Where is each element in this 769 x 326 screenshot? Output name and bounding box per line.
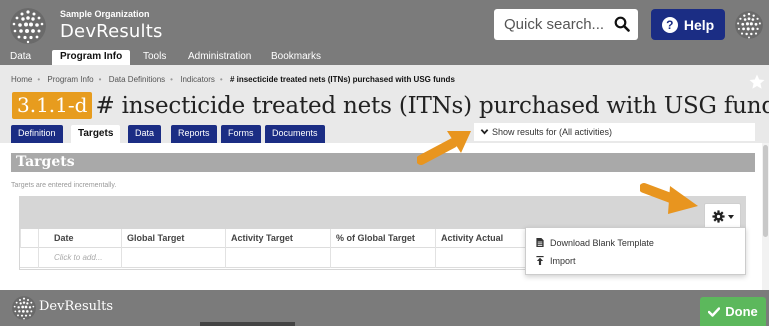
- menu-item-import[interactable]: Import: [536, 254, 576, 268]
- column-header-activity-actual[interactable]: Activity Actual: [435, 229, 525, 248]
- row-handle-cell: [20, 248, 38, 268]
- star-icon[interactable]: [748, 73, 766, 91]
- main-nav: Data Program Info Tools Administration B…: [0, 50, 769, 65]
- tab-definition[interactable]: Definition: [11, 125, 63, 143]
- activity-target-cell[interactable]: [225, 248, 330, 268]
- footer-strip: [200, 322, 295, 326]
- tab-reports[interactable]: Reports: [171, 125, 217, 143]
- breadcrumb-separator: •: [98, 75, 102, 84]
- nav-item-administration[interactable]: Administration: [180, 50, 259, 65]
- title-area: Home • Program Info • Data Definitions • In…: [0, 65, 769, 143]
- file-icon: [536, 238, 544, 247]
- breadcrumb-program-info[interactable]: Program Info: [47, 75, 93, 84]
- organization-name: Sample Organization: [60, 9, 150, 19]
- globe-logo-icon[interactable]: [10, 8, 46, 44]
- help-button-label: Help: [683, 16, 715, 33]
- app-header: Sample Organization DevResults ? Help: [0, 0, 769, 50]
- targets-note: Targets are entered incrementally.: [11, 182, 117, 189]
- nav-item-bookmarks[interactable]: Bookmarks: [263, 50, 329, 65]
- column-header-activity-target[interactable]: Activity Target: [225, 229, 330, 248]
- grid-toolbar: [20, 197, 745, 229]
- nav-item-data[interactable]: Data: [2, 50, 39, 65]
- user-menu-globe-icon[interactable]: [735, 11, 763, 39]
- gear-icon: [711, 210, 725, 223]
- column-header-date[interactable]: Date: [38, 229, 121, 248]
- page-title: 3.1.1-d # insecticide treated nets (ITNs)…: [12, 92, 769, 119]
- breadcrumb-indicators[interactable]: Indicators: [180, 75, 215, 84]
- breadcrumb-current: # insecticide treated nets (ITNs) purcha…: [229, 75, 455, 84]
- tab-documents[interactable]: Documents: [265, 125, 325, 143]
- annotation-arrow-settings-menu: [640, 182, 702, 216]
- upload-icon: [536, 256, 544, 265]
- breadcrumb-separator: •: [37, 75, 41, 84]
- tab-targets[interactable]: Targets: [71, 125, 121, 143]
- question-circle-icon: ?: [661, 16, 678, 33]
- search-icon[interactable]: [614, 16, 630, 32]
- table-header-spacer: [20, 229, 38, 248]
- indicator-code-badge: 3.1.1-d: [12, 92, 93, 119]
- tab-forms[interactable]: Forms: [221, 125, 261, 143]
- scrollbar-thumb[interactable]: [763, 145, 768, 237]
- percent-global-target-cell[interactable]: [330, 248, 435, 268]
- help-button[interactable]: ? Help: [651, 9, 725, 40]
- settings-menu-button[interactable]: [704, 203, 741, 229]
- page-scrollbar[interactable]: [762, 143, 769, 290]
- settings-dropdown-menu: Download Blank Template Import: [525, 227, 746, 275]
- done-button[interactable]: Done: [700, 297, 766, 326]
- globe-logo-icon: [12, 296, 36, 320]
- nav-item-tools[interactable]: Tools: [135, 50, 174, 65]
- app-footer: DevResults: [0, 290, 769, 326]
- breadcrumb-separator: •: [219, 75, 223, 84]
- breadcrumb: Home • Program Info • Data Definitions • In…: [11, 75, 455, 84]
- breadcrumb-data-definitions[interactable]: Data Definitions: [109, 75, 165, 84]
- show-results-toggle[interactable]: Show results for (All activities): [474, 123, 755, 141]
- chevron-down-icon: [480, 129, 489, 135]
- check-icon: [708, 306, 721, 317]
- tab-data[interactable]: Data: [128, 125, 162, 143]
- annotation-arrow-show-results: [417, 125, 477, 167]
- show-results-label: Show results for (All activities): [492, 127, 613, 137]
- column-header-global-target[interactable]: Global Target: [121, 229, 225, 248]
- targets-section-header: Targets: [11, 153, 755, 172]
- section-title: Targets: [16, 154, 75, 170]
- indicator-title: # insecticide treated nets (ITNs) purcha…: [95, 92, 769, 119]
- date-cell[interactable]: Click to add...: [38, 248, 121, 268]
- caret-down-icon: [727, 214, 734, 219]
- nav-item-program-info[interactable]: Program Info: [52, 50, 131, 65]
- activity-actual-cell[interactable]: [435, 248, 525, 268]
- breadcrumb-separator: •: [170, 75, 173, 84]
- menu-item-label: Import: [550, 256, 576, 266]
- menu-item-download-blank-template[interactable]: Download Blank Template: [536, 236, 654, 250]
- column-header-percent-of-global-target[interactable]: % of Global Target: [330, 229, 435, 248]
- footer-brand: DevResults: [39, 299, 114, 314]
- global-target-cell[interactable]: [121, 248, 225, 268]
- quick-search-box[interactable]: [494, 9, 638, 40]
- brand-name[interactable]: DevResults: [60, 21, 163, 42]
- quick-search-input[interactable]: [504, 14, 604, 35]
- menu-item-label: Download Blank Template: [550, 238, 654, 248]
- done-button-label: Done: [725, 304, 758, 319]
- click-to-add-placeholder[interactable]: Click to add...: [39, 248, 121, 268]
- breadcrumb-home[interactable]: Home: [11, 75, 32, 84]
